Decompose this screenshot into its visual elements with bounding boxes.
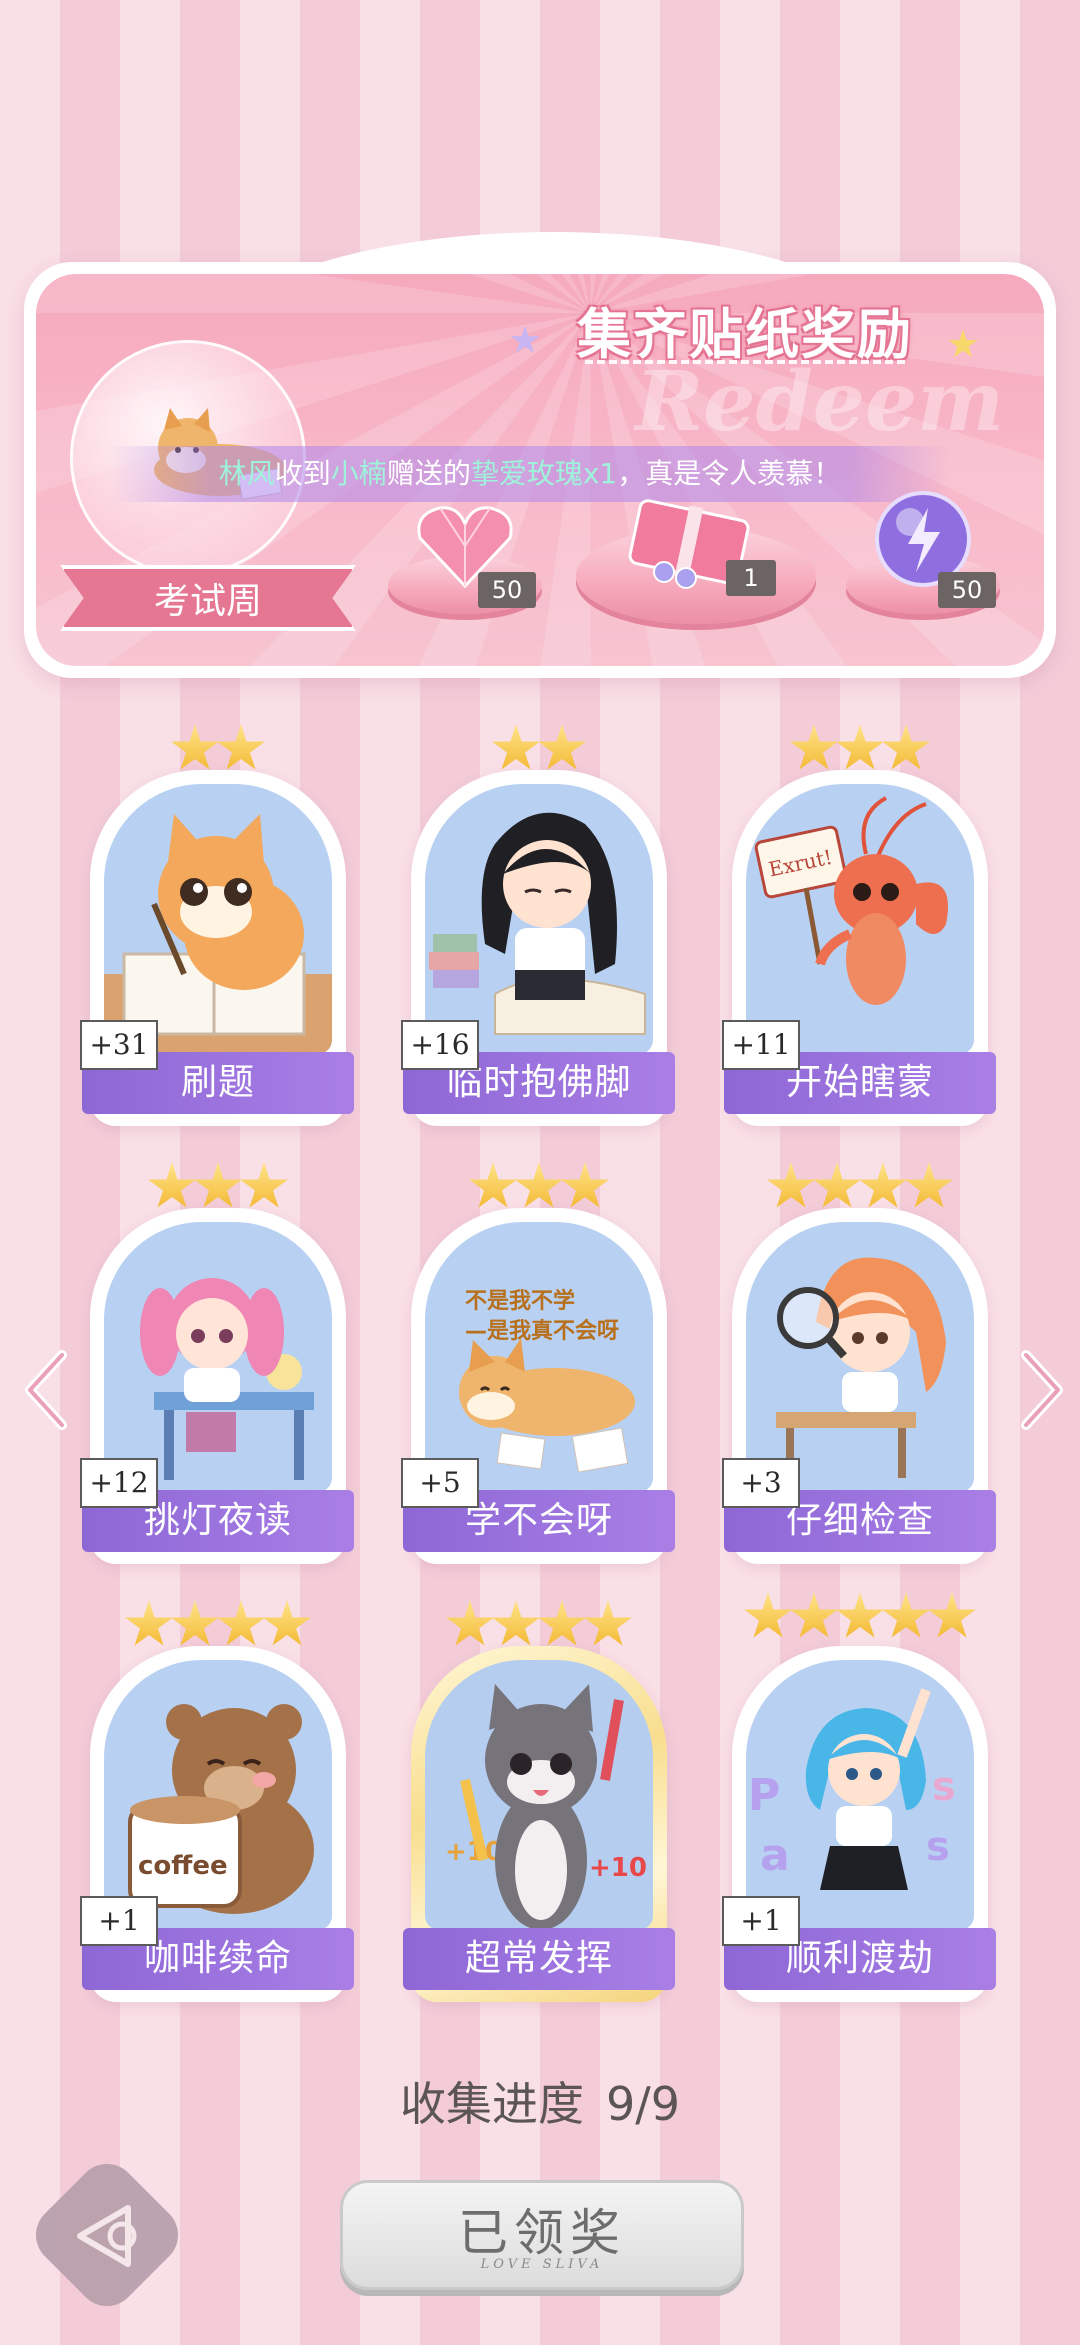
card-title: 超常发挥 — [403, 1928, 675, 1990]
card-count-badge: +16 — [401, 1020, 479, 1070]
orange-cat-writing-icon — [104, 814, 332, 1054]
next-page-arrow-icon[interactable] — [1012, 1345, 1072, 1435]
ticker-receiver: 小楠 — [330, 457, 387, 490]
cat-with-pencils-icon: +10 +10 — [445, 1684, 647, 1930]
ticker-suffix: ，真是令人羡慕！ — [617, 457, 842, 490]
sticker-card[interactable]: 不是我不学 —是我真不会呀 +5 学不会呀 — [401, 1162, 675, 1564]
ticker-gift: 挚爱玫瑰x1 — [470, 457, 618, 490]
sticker-art: Exrut! — [746, 784, 974, 1054]
ticker-verb: 收到 — [274, 457, 331, 490]
pass-letter-s1: s — [932, 1764, 956, 1810]
star-rating — [732, 724, 988, 778]
card-count-badge: +5 — [401, 1458, 479, 1508]
star-rating — [411, 1600, 667, 1654]
gift-ticker: 林风收到小楠赠送的挚爱玫瑰x1，真是令人羡慕！ — [110, 446, 950, 502]
yellow-star-icon: ★ — [946, 322, 981, 366]
card-count-badge: +3 — [722, 1458, 800, 1508]
girl-sleeping-on-books-icon — [429, 812, 646, 1035]
reward-count: 50 — [478, 572, 536, 608]
back-arrow-icon — [77, 2205, 137, 2267]
sticker-art: P a s s — [746, 1660, 974, 1930]
coffee-cup-text: coffee — [138, 1851, 228, 1881]
sticker-card-gold[interactable]: +10 +10 超常发挥 — [403, 1600, 675, 2002]
sticker-card[interactable]: +12 挑灯夜读 — [80, 1162, 354, 1564]
ticker-sender: 林风 — [218, 457, 275, 490]
star-rating — [90, 1162, 346, 1216]
star-rating — [732, 1162, 988, 1216]
sticker-card[interactable]: coffee +1 咖啡续命 — [80, 1600, 354, 2002]
title-dash-divider — [585, 360, 905, 364]
shiba-caption-line2: —是我真不会呀 — [465, 1318, 619, 1344]
star-rating — [411, 1162, 667, 1216]
sticker-art: +10 +10 — [425, 1660, 653, 1930]
pass-letter-s2: s — [926, 1824, 950, 1870]
sticker-card[interactable]: P a s s +1 顺利渡劫 — [722, 1592, 996, 2002]
pass-letter-p: P — [748, 1770, 780, 1821]
pass-letter-a: a — [760, 1830, 790, 1881]
sticker-art — [746, 1222, 974, 1492]
shiba-lying-down-icon: 不是我不学 —是我真不会呀 — [459, 1288, 635, 1473]
prev-page-arrow-icon[interactable] — [16, 1345, 76, 1435]
reward-count: 1 — [726, 560, 776, 596]
bear-with-coffee-icon: coffee — [128, 1704, 314, 1914]
sticker-art — [425, 784, 653, 1054]
collection-progress: 收集进度 9/9 — [0, 2068, 1080, 2134]
progress-value: 9/9 — [605, 2077, 681, 2131]
star-rating — [90, 1600, 346, 1654]
reward-count: 50 — [938, 572, 996, 608]
theme-label: 考试周 — [60, 565, 356, 631]
star-rating — [732, 1592, 988, 1646]
claimed-button[interactable]: 已领奖 LOVE SLIVA — [340, 2180, 744, 2290]
progress-label: 收集进度 — [399, 2077, 584, 2131]
claimed-button-label: 已领奖 — [458, 2204, 626, 2262]
card-count-badge: +31 — [80, 1020, 158, 1070]
pink-hair-girl-at-desk-icon — [140, 1278, 314, 1480]
sticker-card[interactable]: +3 仔细检查 — [722, 1162, 996, 1564]
star-rating — [411, 724, 667, 778]
blue-hair-girl-pass-icon: P a s s — [748, 1688, 956, 1890]
sticker-art — [104, 784, 332, 1054]
ticker-verb2: 赠送的 — [386, 457, 471, 490]
card-count-badge: +11 — [722, 1020, 800, 1070]
sticker-art: 不是我不学 —是我真不会呀 — [425, 1222, 653, 1492]
sticker-card[interactable]: Exrut! +11 开始瞎蒙 — [722, 724, 996, 1126]
girl-with-magnifier-icon — [776, 1257, 946, 1478]
lobster-with-sign-icon: Exrut! — [754, 796, 948, 1005]
card-count-badge: +12 — [80, 1458, 158, 1508]
sticker-card[interactable]: +31 刷题 — [80, 724, 354, 1126]
shiba-caption-line1: 不是我不学 — [465, 1288, 575, 1314]
sticker-art — [104, 1222, 332, 1492]
banner-title: 集齐贴纸奖励 — [577, 303, 913, 366]
star-rating — [90, 724, 346, 778]
lavender-star-icon: ★ — [508, 318, 543, 362]
card-count-badge: +1 — [80, 1896, 158, 1946]
claimed-button-subtext: LOVE SLIVA — [480, 2257, 604, 2272]
card-count-badge: +1 — [722, 1896, 800, 1946]
sticker-art: coffee — [104, 1660, 332, 1930]
bonus-right: +10 — [589, 1853, 647, 1883]
sticker-card[interactable]: +16 临时抱佛脚 — [401, 724, 675, 1126]
